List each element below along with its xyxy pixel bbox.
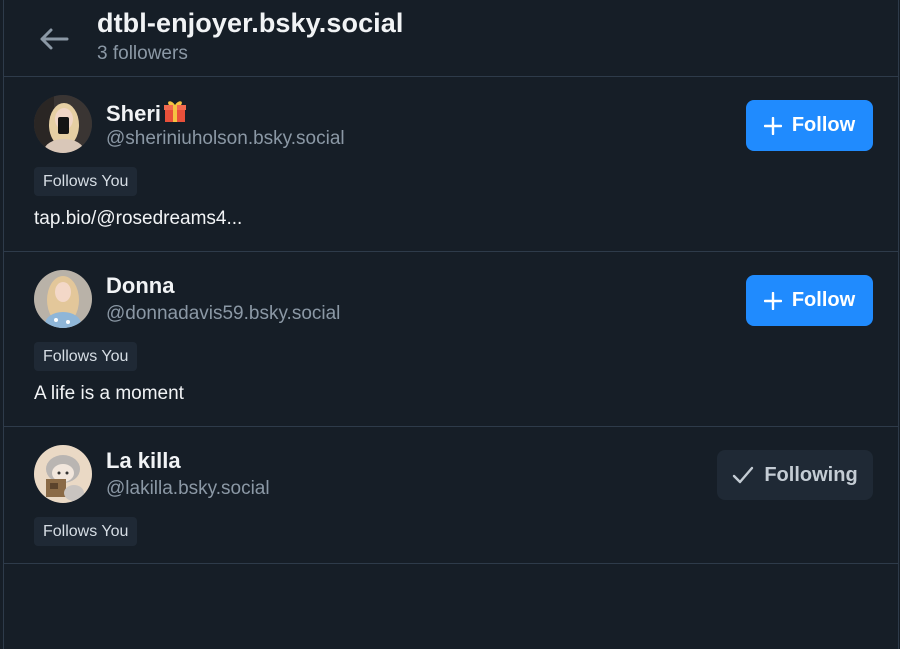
follow-button-label: Follow bbox=[791, 289, 856, 311]
follower-count: 3 followers bbox=[97, 43, 188, 64]
check-icon bbox=[732, 466, 754, 484]
arrow-left-icon bbox=[39, 27, 69, 51]
user-handle: @sheriniuholson.bsky.social bbox=[106, 128, 345, 149]
follow-button[interactable]: Follow bbox=[746, 275, 873, 326]
display-name[interactable]: La killa bbox=[106, 448, 181, 474]
follows-you-badge: Follows You bbox=[34, 342, 138, 371]
follow-button[interactable]: Follow bbox=[746, 100, 873, 151]
avatar[interactable] bbox=[34, 445, 92, 503]
display-name[interactable]: Donna bbox=[106, 273, 174, 299]
display-name[interactable]: Sheri bbox=[106, 98, 188, 130]
plus-icon bbox=[763, 291, 782, 310]
follows-you-badge: Follows You bbox=[34, 167, 138, 196]
gift-icon bbox=[162, 98, 188, 130]
follows-you-badge: Follows You bbox=[34, 517, 138, 546]
user-handle: @lakilla.bsky.social bbox=[106, 478, 270, 499]
following-button-label: Following bbox=[764, 463, 858, 486]
follow-button-label: Follow bbox=[791, 114, 856, 136]
page-title: dtbl-enjoyer.bsky.social bbox=[97, 8, 404, 38]
avatar[interactable] bbox=[34, 95, 92, 153]
follower-row[interactable]: Sheri @sheriniuholson.bsky.social Follow… bbox=[4, 77, 898, 252]
user-handle: @donnadavis59.bsky.social bbox=[106, 303, 341, 324]
header: dtbl-enjoyer.bsky.social 3 followers bbox=[4, 0, 898, 77]
following-button[interactable]: Following bbox=[717, 450, 873, 500]
back-button[interactable] bbox=[32, 19, 76, 59]
follower-row[interactable]: Donna @donnadavis59.bsky.social Follows … bbox=[4, 252, 898, 427]
user-bio: A life is a moment bbox=[34, 383, 184, 404]
follower-row[interactable]: La killa @lakilla.bsky.social Follows Yo… bbox=[4, 427, 898, 564]
avatar[interactable] bbox=[34, 270, 92, 328]
followers-screen: dtbl-enjoyer.bsky.social 3 followers She… bbox=[3, 0, 899, 649]
plus-icon bbox=[763, 116, 782, 135]
user-bio: tap.bio/@rosedreams4... bbox=[34, 208, 243, 229]
